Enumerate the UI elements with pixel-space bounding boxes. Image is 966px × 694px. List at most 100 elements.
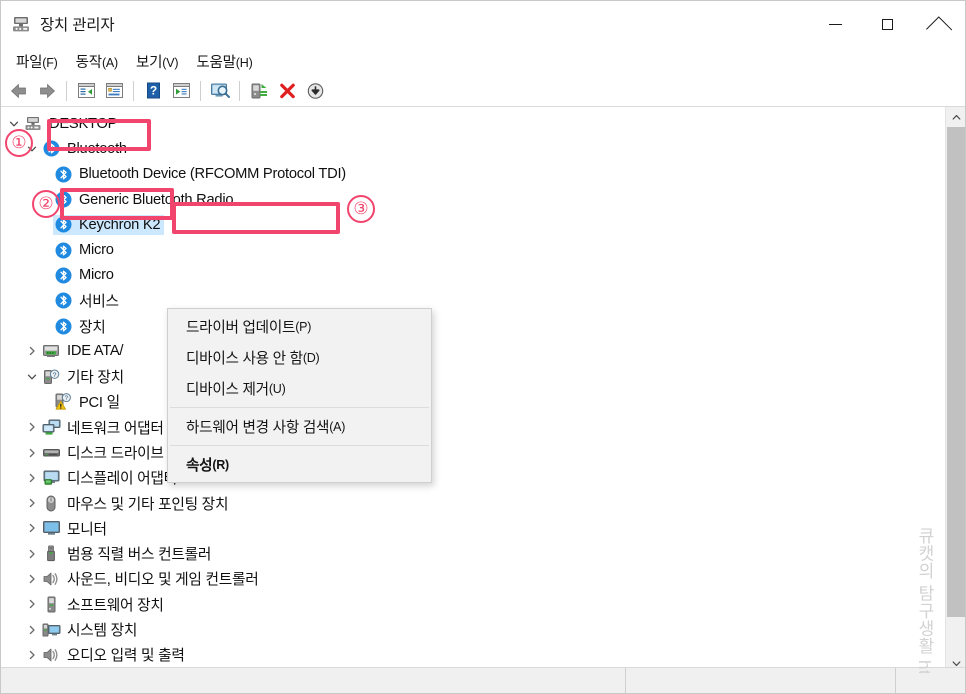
tree-item-network-adapters[interactable]: 네트워크 어댑터 — [1, 415, 945, 440]
tree-item-pci-unknown[interactable]: ? PCI 일 — [1, 389, 945, 414]
tree-item-device[interactable]: 장치 — [1, 313, 945, 338]
ctx-uninstall-device[interactable]: 디바이스 제거 (U) — [168, 373, 431, 404]
tree-item-system-devices-label: 시스템 장치 — [67, 623, 138, 640]
maximize-button[interactable] — [861, 1, 913, 47]
menu-file[interactable]: 파일(F) — [7, 48, 67, 75]
tree-item-monitors[interactable]: 모니터 — [1, 516, 945, 541]
chevron-right-icon[interactable] — [23, 469, 41, 487]
menu-help-label: 도움말 — [196, 54, 236, 71]
download-button[interactable] — [301, 78, 329, 104]
enable-device-icon — [251, 83, 267, 98]
tree-item-other-devices-label: 기타 장치 — [67, 370, 124, 387]
back-button[interactable] — [5, 78, 33, 104]
monitor-icon — [41, 519, 61, 537]
chevron-down-icon[interactable] — [5, 115, 23, 133]
maximize-icon — [881, 18, 893, 30]
uninstall-device-button[interactable] — [273, 78, 301, 104]
tree-item-generic-bluetooth-radio[interactable]: Generic Bluetooth Radio — [1, 187, 945, 212]
tree-item-software-devices-label: 소프트웨어 장치 — [67, 597, 164, 614]
software-device-icon — [41, 595, 61, 613]
tree-item-microsoft-1[interactable]: Micro — [1, 237, 945, 262]
scrollbar-thumb[interactable] — [947, 127, 965, 617]
tree-item-display-adapters-label: 디스플레이 어댑터 — [67, 471, 177, 488]
menu-view-label: 보기 — [136, 54, 163, 71]
chevron-right-icon[interactable] — [23, 570, 41, 588]
menu-action-label: 동작 — [75, 54, 102, 71]
show-hide-console-tree-icon — [77, 83, 95, 98]
forward-button[interactable] — [33, 78, 61, 104]
ctx-scan-hardware[interactable]: 하드웨어 변경 사항 검색 (A) — [168, 411, 431, 442]
tree-item-disk-drives-label: 디스크 드라이브 — [67, 446, 164, 462]
chevron-down-icon[interactable] — [23, 368, 41, 386]
mouse-icon — [41, 494, 61, 512]
vertical-scrollbar[interactable] — [945, 107, 965, 673]
ctx-properties[interactable]: 속성 (R) — [168, 449, 431, 480]
tree-item-bluetooth-label: Bluetooth — [67, 140, 127, 157]
scroll-up-icon — [952, 114, 960, 120]
chevron-right-icon[interactable] — [23, 621, 41, 639]
window-title: 장치 관리자 — [40, 17, 115, 34]
tree-item-mice-and-pointing-devices[interactable]: 마우스 및 기타 포인팅 장치 — [1, 490, 945, 515]
chevron-right-icon[interactable] — [23, 342, 41, 360]
context-menu[interactable]: 드라이버 업데이트 (P) 디바이스 사용 안 함 (D) 디바이스 제거 (U) 하… — [167, 308, 432, 483]
tree-item-ide-ata[interactable]: IDE ATA/ — [1, 339, 945, 364]
help-button[interactable]: ? — [139, 78, 167, 104]
device-tree[interactable]: DESKTOP Bluetooth Bluetooth Device (RFCO… — [1, 107, 945, 673]
toolbar: ? — [1, 75, 965, 107]
bluetooth-icon — [53, 165, 73, 183]
usb-controller-icon — [41, 545, 61, 563]
menu-help-mnemonic: (H) — [235, 55, 253, 70]
ctx-update-driver[interactable]: 드라이버 업데이트 (P) — [168, 311, 431, 342]
tree-item-service[interactable]: 서비스 — [1, 288, 945, 313]
properties-button[interactable] — [100, 78, 128, 104]
tree-item-sound-video-game-controllers[interactable]: 사운드, 비디오 및 게임 컨트롤러 — [1, 566, 945, 591]
minimize-button[interactable] — [809, 1, 861, 47]
tree-item-service-label: 서비스 — [79, 294, 119, 311]
update-driver-button[interactable] — [167, 78, 195, 104]
ctx-properties-mnemonic: (R) — [212, 457, 229, 472]
tree-item-bluetooth[interactable]: Bluetooth — [1, 136, 945, 161]
tree-item-display-adapters[interactable]: 디스플레이 어댑터 — [1, 465, 945, 490]
tree-item-other-devices[interactable]: ? 기타 장치 — [1, 364, 945, 389]
tree-item-audio-inputs-and-outputs[interactable]: 오디오 입력 및 출력 — [1, 642, 945, 667]
toolbar-separator — [239, 80, 240, 101]
tree-item-monitors-label: 모니터 — [67, 521, 107, 538]
tree-item-system-devices[interactable]: 시스템 장치 — [1, 617, 945, 642]
chevron-down-icon[interactable] — [23, 140, 41, 158]
close-button[interactable] — [913, 1, 965, 47]
ctx-uninstall-device-mnemonic: (U) — [268, 381, 286, 396]
chevron-right-icon[interactable] — [23, 494, 41, 512]
chevron-right-icon[interactable] — [23, 595, 41, 613]
menu-view-mnemonic: (V) — [162, 55, 179, 70]
tree-item-usb-controllers[interactable]: 범용 직렬 버스 컨트롤러 — [1, 541, 945, 566]
tree-item-keychron-k2[interactable]: Keychron K2 — [1, 212, 945, 237]
ctx-scan-hardware-mnemonic: (A) — [329, 419, 346, 434]
client-area: DESKTOP Bluetooth Bluetooth Device (RFCO… — [1, 107, 965, 674]
ctx-disable-device[interactable]: 디바이스 사용 안 함 (D) — [168, 342, 431, 373]
menu-view[interactable]: 보기(V) — [127, 48, 187, 75]
tree-item-pci-unknown-label: PCI 일 — [79, 395, 120, 412]
show-hide-console-tree-button[interactable] — [72, 78, 100, 104]
tree-item-bluetooth-rfcomm[interactable]: Bluetooth Device (RFCOMM Protocol TDI) — [1, 162, 945, 187]
forward-icon — [40, 83, 56, 98]
chevron-right-icon[interactable] — [23, 646, 41, 664]
tree-item-software-devices[interactable]: 소프트웨어 장치 — [1, 592, 945, 617]
tree-item-device-label: 장치 — [79, 319, 106, 336]
tree-item-disk-drives[interactable]: 디스크 드라이브 — [1, 440, 945, 465]
bluetooth-icon — [41, 140, 61, 158]
menu-action[interactable]: 동작(A) — [67, 48, 127, 75]
window-controls — [809, 1, 965, 47]
chevron-right-icon[interactable] — [23, 519, 41, 537]
chevron-right-icon[interactable] — [23, 418, 41, 436]
bluetooth-icon — [53, 292, 73, 310]
ctx-uninstall-device-label: 디바이스 제거 — [186, 382, 269, 398]
scroll-up-button[interactable] — [946, 107, 965, 127]
enable-device-button[interactable] — [245, 78, 273, 104]
tree-item-desktop[interactable]: DESKTOP — [1, 111, 945, 136]
tree-item-microsoft-2[interactable]: Micro — [1, 263, 945, 288]
chevron-right-icon[interactable] — [23, 545, 41, 563]
scan-hardware-changes-button[interactable] — [206, 78, 234, 104]
system-device-icon — [41, 621, 61, 639]
menu-help[interactable]: 도움말(H) — [187, 48, 261, 75]
chevron-right-icon[interactable] — [23, 444, 41, 462]
